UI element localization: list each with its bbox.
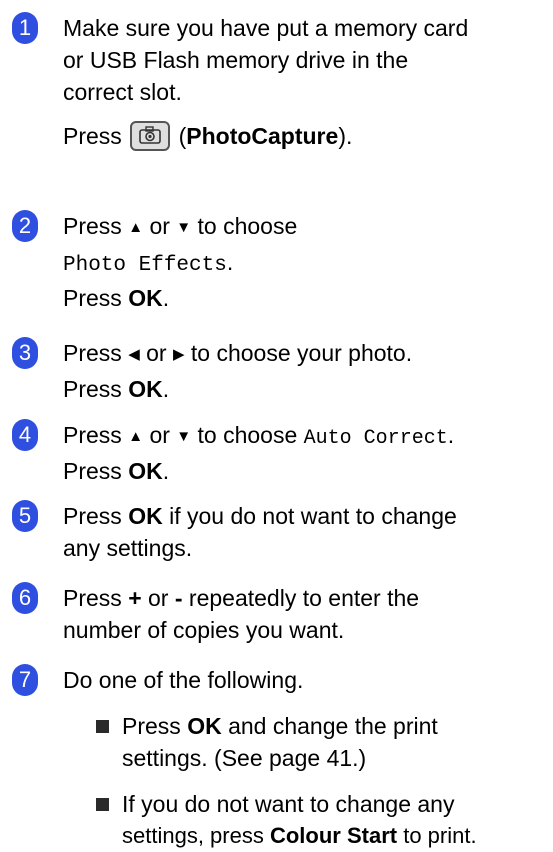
up-arrow-icon: ▲ (128, 428, 144, 445)
step-number: 2 (12, 210, 38, 242)
text-line: Press ▲ or ▼ to choose (63, 210, 553, 246)
text-line: Press OK. (63, 455, 553, 487)
ok-label: OK (128, 503, 163, 529)
text-line: any settings. (63, 535, 193, 561)
step-number: 1 (12, 12, 38, 44)
press-line: Press (PhotoCapture). (63, 120, 553, 153)
step-text: Make sure you have put a memory card or … (63, 12, 553, 153)
press-text: Press (122, 713, 181, 739)
instruction-text: if you do not want to change (169, 503, 457, 529)
or-text: or (149, 422, 170, 448)
press-text: Press (63, 585, 122, 611)
colour-start-label: Colour Start (269, 823, 398, 848)
text-line: Make sure you have put a memory card (63, 15, 469, 41)
text-line: Press OK. (63, 282, 553, 314)
instruction-text: settings, press (122, 823, 264, 848)
text-line: correct slot. (63, 79, 182, 105)
period: . (447, 422, 455, 448)
text-line: Press OK and change the print (122, 710, 553, 742)
ok-label: OK (128, 458, 163, 484)
step-number: 7 (12, 664, 38, 696)
press-text: Press (63, 458, 122, 484)
down-arrow-icon: ▼ (176, 219, 192, 236)
or-text: or (146, 340, 167, 366)
step-number: 4 (12, 419, 38, 451)
text-line: Press OK if you do not want to change (63, 500, 553, 532)
text-line: Photo Effects. (63, 246, 553, 282)
ok-label: OK (128, 376, 163, 402)
text-line: or USB Flash memory drive in the (63, 47, 409, 73)
step-text: Press ▲ or ▼ to choose Auto Correct. Pre… (63, 419, 553, 487)
press-text: Press (63, 213, 122, 239)
plus-key: + (128, 585, 142, 611)
step-number: 5 (12, 500, 38, 532)
period: . (162, 376, 170, 402)
menu-option: Photo Effects (63, 254, 227, 277)
ok-label: OK (187, 713, 222, 739)
right-arrow-icon: ▶ (172, 346, 185, 363)
step-text: Do one of the following. (63, 664, 553, 696)
text-line: Press + or - repeatedly to enter the (63, 582, 553, 614)
step-number: 3 (12, 337, 38, 369)
text-line: If you do not want to change any (122, 791, 455, 817)
bullet-text: Press OK and change the print settings. … (122, 710, 553, 774)
up-arrow-icon: ▲ (128, 219, 144, 236)
step-text: Press OK if you do not want to change an… (63, 500, 553, 564)
photocapture-camera-icon (130, 120, 171, 151)
period: . (162, 285, 170, 311)
menu-option: Auto Correct (303, 427, 448, 450)
choose-text: to choose (197, 213, 298, 239)
period: . (226, 249, 234, 275)
press-text: Press (63, 503, 122, 529)
minus-key: - (174, 585, 183, 611)
press-text: Press (63, 376, 122, 402)
text-line: settings. (See page 41.) (122, 745, 367, 771)
down-arrow-icon: ▼ (176, 428, 192, 445)
bullet-text: If you do not want to change any setting… (122, 788, 553, 852)
step-number: 6 (12, 582, 38, 614)
step-text: Press + or - repeatedly to enter the num… (63, 582, 553, 646)
text-line: settings, press Colour Start to print. (122, 820, 553, 852)
photocapture-label: PhotoCapture (186, 123, 339, 149)
text-line: Press ▲ or ▼ to choose Auto Correct. (63, 419, 553, 455)
step-text: Press ▲ or ▼ to choose Photo Effects. Pr… (63, 210, 553, 314)
press-text: Press (63, 340, 122, 366)
square-bullet-icon (96, 798, 109, 811)
period: . (162, 458, 170, 484)
text-line: number of copies you want. (63, 617, 345, 643)
or-text: or (149, 213, 170, 239)
left-arrow-icon: ◀ (128, 346, 140, 363)
choose-text: to choose your photo. (190, 340, 413, 366)
text-line: Press OK. (63, 373, 553, 405)
choose-text: to choose (197, 422, 298, 448)
press-text: Press (63, 422, 122, 448)
text-line: Press ◀ or ▶ to choose your photo. (63, 337, 553, 373)
ok-label: OK (128, 285, 163, 311)
instruction-text: repeatedly to enter the (188, 585, 420, 611)
step-text: Press ◀ or ▶ to choose your photo. Press… (63, 337, 553, 405)
instruction-text: to print. (403, 823, 477, 848)
paren-close: ). (338, 123, 353, 149)
press-text: Press (63, 123, 122, 149)
or-text: or (148, 585, 169, 611)
text-line: Do one of the following. (63, 667, 304, 693)
instruction-text: and change the print (228, 713, 438, 739)
square-bullet-icon (96, 720, 109, 733)
press-text: Press (63, 285, 122, 311)
